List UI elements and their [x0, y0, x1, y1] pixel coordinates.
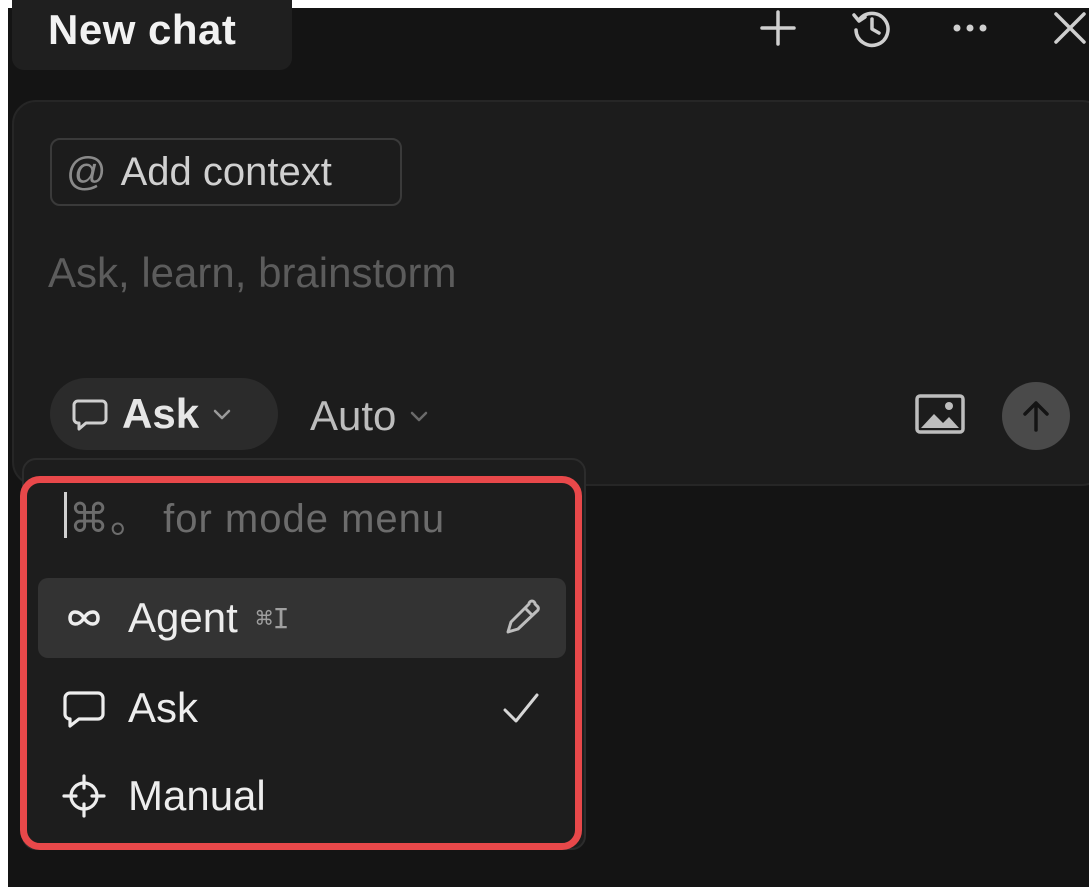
history-icon[interactable] — [850, 6, 894, 50]
mode-item-label: Ask — [128, 684, 199, 731]
chat-panel: New chat @ Add context Ask, learn, brain… — [8, 0, 1089, 887]
mode-label: Ask — [122, 390, 200, 437]
crosshair-icon — [62, 774, 106, 818]
chevron-down-icon — [213, 409, 231, 420]
mode-item-shortcut: ⌘I — [255, 601, 290, 635]
mode-menu: ⌘。 for mode menu Agent ⌘I Ask Manual — [22, 458, 586, 850]
image-icon[interactable] — [914, 392, 966, 436]
prompt-input[interactable] — [46, 242, 950, 304]
add-context-button[interactable]: @ Add context — [50, 138, 402, 206]
composer: @ Add context Ask Auto — [12, 100, 1089, 486]
close-icon[interactable] — [1048, 6, 1089, 50]
pencil-icon[interactable] — [498, 596, 544, 642]
mode-item-label: Manual — [128, 772, 266, 819]
mode-selector-button[interactable]: Ask — [50, 378, 278, 450]
model-selector-button[interactable]: Auto — [310, 382, 430, 450]
mode-item-ask[interactable]: Ask — [38, 668, 566, 748]
send-button[interactable] — [1002, 382, 1070, 450]
chevron-down-icon — [411, 411, 428, 422]
text-caret — [64, 492, 67, 538]
chat-bubble-icon — [63, 691, 105, 728]
more-icon[interactable] — [948, 6, 992, 50]
model-label: Auto — [310, 392, 397, 439]
mode-item-agent[interactable]: Agent ⌘I — [38, 578, 566, 658]
mode-item-label: Agent — [128, 594, 238, 641]
mode-menu-search[interactable]: ⌘。 for mode menu — [64, 480, 544, 550]
chat-tab[interactable]: New chat — [12, 0, 292, 70]
arrow-up-icon — [1023, 401, 1049, 432]
mode-item-manual[interactable]: Manual — [38, 756, 566, 836]
at-icon: @ — [66, 149, 107, 194]
mode-menu-hint: ⌘。 for mode menu — [69, 497, 446, 541]
chat-bubble-icon — [72, 399, 108, 431]
check-icon — [503, 693, 539, 723]
add-context-label: Add context — [120, 149, 332, 194]
plus-icon[interactable] — [756, 6, 800, 50]
chat-title: New chat — [48, 6, 237, 53]
infinity-icon — [68, 610, 100, 626]
